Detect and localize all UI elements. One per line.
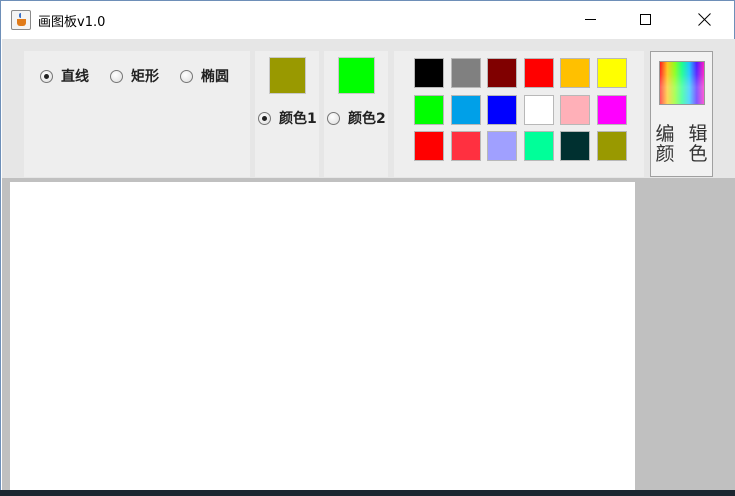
color2-label: 颜色2 (348, 111, 386, 127)
maximize-icon (639, 14, 651, 25)
palette-swatch[interactable] (596, 58, 627, 88)
palette-swatch[interactable] (560, 58, 590, 88)
color-spectrum-icon (659, 61, 705, 105)
palette-swatch[interactable] (560, 131, 590, 161)
palette-swatch[interactable] (450, 94, 481, 125)
java-cup-icon (11, 10, 31, 30)
color2-swatch[interactable] (338, 57, 375, 94)
color2-panel: 颜色2 (324, 51, 388, 177)
radio-unselected-icon (327, 111, 340, 125)
palette-swatch[interactable] (487, 94, 517, 125)
maximize-button[interactable] (622, 1, 668, 38)
workspace (2, 178, 735, 490)
app-window: 画图板v1.0 直线 矩形 椭圆 颜色1 颜色2 编 辑 颜 色 (0, 0, 735, 496)
palette-swatch[interactable] (596, 131, 627, 161)
toolbar: 直线 矩形 椭圆 颜色1 颜色2 编 辑 颜 色 (2, 39, 735, 178)
palette-swatch[interactable] (450, 131, 481, 161)
color1-swatch[interactable] (269, 57, 306, 94)
shape-radio-line[interactable]: 直线 (40, 66, 89, 86)
shape-label-ellipse: 椭圆 (201, 69, 229, 85)
palette-swatch[interactable] (523, 58, 554, 88)
color-palette (394, 51, 644, 177)
radio-selected-icon (40, 69, 53, 83)
color2-radio[interactable]: 颜色2 (327, 108, 386, 128)
drawing-canvas[interactable] (10, 182, 635, 490)
close-button[interactable] (681, 1, 727, 38)
minimize-button[interactable] (567, 1, 613, 38)
palette-swatch[interactable] (487, 58, 517, 88)
color1-panel: 颜色1 (255, 51, 319, 177)
edit-colors-label: 编 辑 颜 色 (651, 124, 712, 164)
title-bar[interactable]: 画图板v1.0 (1, 1, 734, 39)
palette-swatch[interactable] (487, 131, 517, 161)
shape-radio-rect[interactable]: 矩形 (110, 66, 159, 86)
palette-swatch[interactable] (414, 94, 444, 125)
radio-unselected-icon (180, 69, 193, 83)
palette-swatch[interactable] (414, 58, 444, 88)
close-icon (697, 13, 711, 26)
minimize-icon (584, 19, 596, 20)
edit-colors-label-line1: 编 辑 (655, 123, 712, 145)
palette-swatch[interactable] (523, 94, 554, 125)
edit-colors-button[interactable]: 编 辑 颜 色 (650, 51, 713, 177)
palette-swatch[interactable] (560, 94, 590, 125)
shape-label-line: 直线 (61, 69, 89, 85)
palette-swatch[interactable] (414, 131, 444, 161)
palette-swatch[interactable] (523, 131, 554, 161)
palette-swatch[interactable] (596, 94, 627, 125)
shape-panel: 直线 矩形 椭圆 (24, 51, 250, 177)
shape-radio-ellipse[interactable]: 椭圆 (180, 66, 229, 86)
edit-colors-label-line2: 颜 色 (655, 143, 712, 165)
shape-label-rect: 矩形 (131, 69, 159, 85)
taskbar-edge (0, 490, 735, 496)
palette-swatch[interactable] (450, 58, 481, 88)
color1-radio[interactable]: 颜色1 (258, 108, 317, 128)
radio-unselected-icon (110, 69, 123, 83)
radio-selected-icon (258, 111, 271, 125)
window-title: 画图板v1.0 (38, 15, 106, 30)
color1-label: 颜色1 (279, 111, 317, 127)
